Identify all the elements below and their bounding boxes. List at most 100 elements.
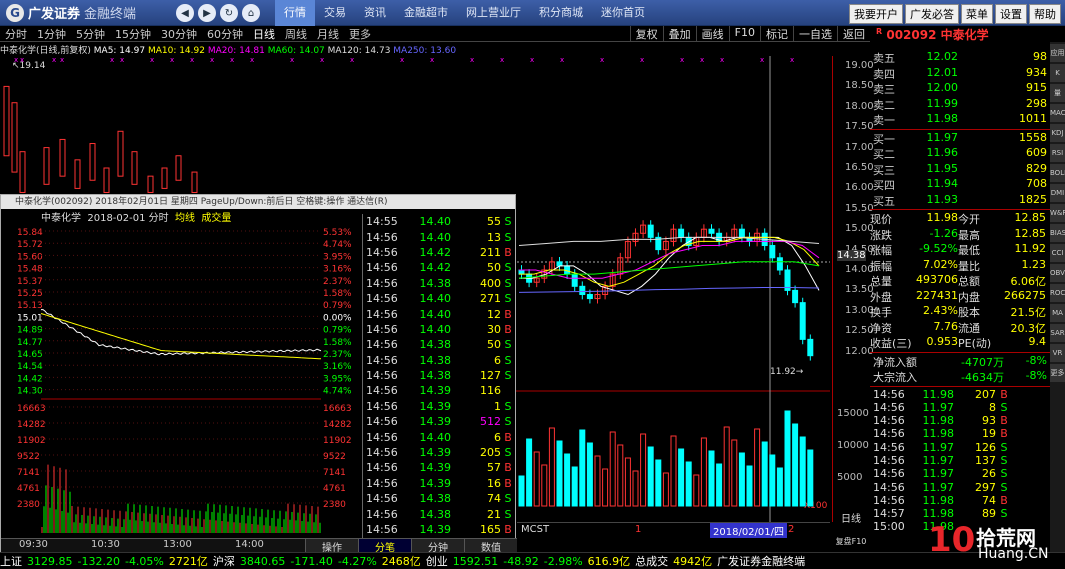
volume-bar bbox=[731, 439, 738, 507]
home-icon[interactable]: ⌂ bbox=[242, 4, 260, 22]
time-tick: 13:00 bbox=[163, 539, 192, 550]
popup-right-tick: 9522 bbox=[323, 452, 346, 462]
top-button-0[interactable]: 我要开户 bbox=[849, 4, 903, 24]
order-row: 买五 11.93 1825 bbox=[873, 192, 1047, 208]
candle bbox=[59, 138, 66, 177]
volume-bar bbox=[670, 435, 677, 507]
sidebar-12[interactable]: ROC bbox=[1050, 284, 1065, 302]
popup-tab-0[interactable]: 操作 bbox=[305, 539, 358, 554]
forward-icon[interactable]: ▶ bbox=[198, 4, 216, 22]
nav-6[interactable]: 迷你首页 bbox=[592, 0, 654, 26]
tick-row: 14:56 14.39 116 bbox=[366, 384, 501, 398]
volume-bar bbox=[746, 465, 753, 507]
top-button-2[interactable]: 菜单 bbox=[961, 4, 993, 24]
volume-bar bbox=[754, 428, 761, 507]
nav-4[interactable]: 网上营业厅 bbox=[457, 0, 530, 26]
period-1[interactable]: 1分钟 bbox=[32, 26, 71, 42]
ma-item: MA120: 14.73 bbox=[324, 46, 391, 56]
tick-row: 14:56 14.40 271 S bbox=[366, 292, 512, 306]
sidebar-9[interactable]: BIAS bbox=[1050, 224, 1065, 242]
tick-row: 14:56 14.39 165 B bbox=[366, 523, 512, 536]
popup-tab-3[interactable]: 数值 bbox=[464, 539, 517, 554]
popup-tab-1[interactable]: 分笔 bbox=[358, 539, 411, 554]
top-button-1[interactable]: 广发必答 bbox=[905, 4, 959, 24]
period-5[interactable]: 60分钟 bbox=[202, 26, 248, 42]
period-8[interactable]: 月线 bbox=[312, 26, 344, 42]
top-button-4[interactable]: 帮助 bbox=[1029, 4, 1061, 24]
volume-bar bbox=[594, 455, 601, 507]
volume-bar bbox=[579, 429, 586, 507]
sidebar-1[interactable]: K bbox=[1050, 64, 1065, 82]
top-button-3[interactable]: 设置 bbox=[995, 4, 1027, 24]
candle bbox=[579, 285, 586, 295]
sidebar-15[interactable]: VR bbox=[1050, 344, 1065, 362]
nav-1[interactable]: 交易 bbox=[315, 0, 355, 26]
nav-5[interactable]: 积分商城 bbox=[530, 0, 592, 26]
popup-left-tick: 9522 bbox=[17, 452, 40, 462]
period-2[interactable]: 5分钟 bbox=[71, 26, 110, 42]
sidebar-13[interactable]: MA bbox=[1050, 304, 1065, 322]
ma-item: MA5: 14.97 bbox=[93, 46, 146, 56]
tool-6[interactable]: 返回 bbox=[837, 25, 870, 42]
candle bbox=[586, 293, 593, 300]
popup-left-tick: 15.25 bbox=[17, 289, 43, 299]
volume-bar bbox=[556, 440, 563, 507]
popup-right-tick: 11902 bbox=[323, 436, 352, 446]
tick-row: 14:56 14.38 50 S bbox=[366, 338, 512, 352]
period-7[interactable]: 周线 bbox=[280, 26, 312, 42]
intraday-chart[interactable]: 15.84 5.53% 15.72 4.74% 15.60 3.95% 15.48 3.16%… bbox=[1, 223, 362, 538]
status-item: -171.40 bbox=[290, 554, 333, 568]
daily-tab[interactable]: 日线 bbox=[832, 510, 870, 525]
back-icon[interactable]: ◀ bbox=[176, 4, 194, 22]
volume-bar bbox=[602, 468, 609, 507]
popup-left-tick: 15.48 bbox=[17, 265, 43, 275]
signal-mark: x bbox=[230, 56, 234, 64]
brand-icon: G bbox=[6, 3, 24, 22]
sidebar-0[interactable]: 应用 bbox=[1050, 44, 1065, 62]
period-6[interactable]: 日线 bbox=[248, 26, 280, 42]
period-3[interactable]: 15分钟 bbox=[110, 26, 156, 42]
candle bbox=[792, 289, 799, 304]
intraday-popup[interactable]: 中泰化学(002092) 2018年02月01日 星期四 PageUp/Down… bbox=[0, 194, 517, 567]
sidebar-10[interactable]: CCI bbox=[1050, 244, 1065, 262]
nav-3[interactable]: 金融超市 bbox=[395, 0, 457, 26]
tool-0[interactable]: 复权 bbox=[629, 25, 663, 42]
nav-2[interactable]: 资讯 bbox=[355, 0, 395, 26]
indicator-sidebar: 应用 K量 MACD KDJ RSI BOLL DMI W&R BIAS CCI OBV ROC MA S… bbox=[1050, 42, 1065, 552]
tool-3[interactable]: F10 bbox=[728, 25, 760, 42]
tool-5[interactable]: 一自选 bbox=[793, 25, 837, 42]
nav-0[interactable]: 行情 bbox=[275, 0, 315, 26]
f10-tab[interactable]: 复盘F10 bbox=[832, 536, 870, 547]
candle bbox=[738, 228, 745, 238]
sidebar-4[interactable]: KDJ bbox=[1050, 124, 1065, 142]
popup-header[interactable]: 中泰化学(002092) 2018年02月01日 星期四 PageUp/Down… bbox=[1, 195, 515, 209]
signal-mark: x bbox=[250, 56, 254, 64]
sidebar-2[interactable]: 量 bbox=[1050, 84, 1065, 102]
candle bbox=[161, 167, 168, 189]
sidebar-8[interactable]: W&R bbox=[1050, 204, 1065, 222]
sidebar-14[interactable]: SAR bbox=[1050, 324, 1065, 342]
tool-4[interactable]: 标记 bbox=[760, 25, 793, 42]
tool-2[interactable]: 画线 bbox=[695, 25, 729, 42]
stock-name: 中泰化学 bbox=[940, 28, 989, 42]
volume-bar bbox=[609, 431, 616, 507]
indicator-tab[interactable]: MCST bbox=[521, 524, 549, 535]
popup-left-tick: 15.01 bbox=[17, 313, 43, 323]
period-4[interactable]: 30分钟 bbox=[156, 26, 202, 42]
sidebar-7[interactable]: DMI bbox=[1050, 184, 1065, 202]
tick-row: 14:56 14.39 205 S bbox=[366, 446, 512, 460]
sidebar-6[interactable]: BOLL bbox=[1050, 164, 1065, 182]
sidebar-16[interactable]: 更多 bbox=[1050, 364, 1065, 382]
sidebar-5[interactable]: RSI bbox=[1050, 144, 1065, 162]
tick-list[interactable]: 14:55 14.40 55 S 14:56 14.40 13 S 14:56 14.42 211 B… bbox=[362, 214, 517, 567]
trade-row: 14:56 11.97 26 S bbox=[873, 467, 1008, 481]
refresh-icon[interactable]: ↻ bbox=[220, 4, 238, 22]
sidebar-3[interactable]: MACD bbox=[1050, 104, 1065, 122]
period-0[interactable]: 分时 bbox=[0, 26, 32, 42]
info-row: 换手 2.43% 股本 21.5亿 bbox=[870, 304, 1046, 319]
sidebar-11[interactable]: OBV bbox=[1050, 264, 1065, 282]
tool-1[interactable]: 叠加 bbox=[662, 25, 696, 42]
candle bbox=[3, 85, 10, 157]
period-9[interactable]: 更多 bbox=[344, 26, 376, 42]
popup-tab-2[interactable]: 分钟 bbox=[411, 539, 464, 554]
